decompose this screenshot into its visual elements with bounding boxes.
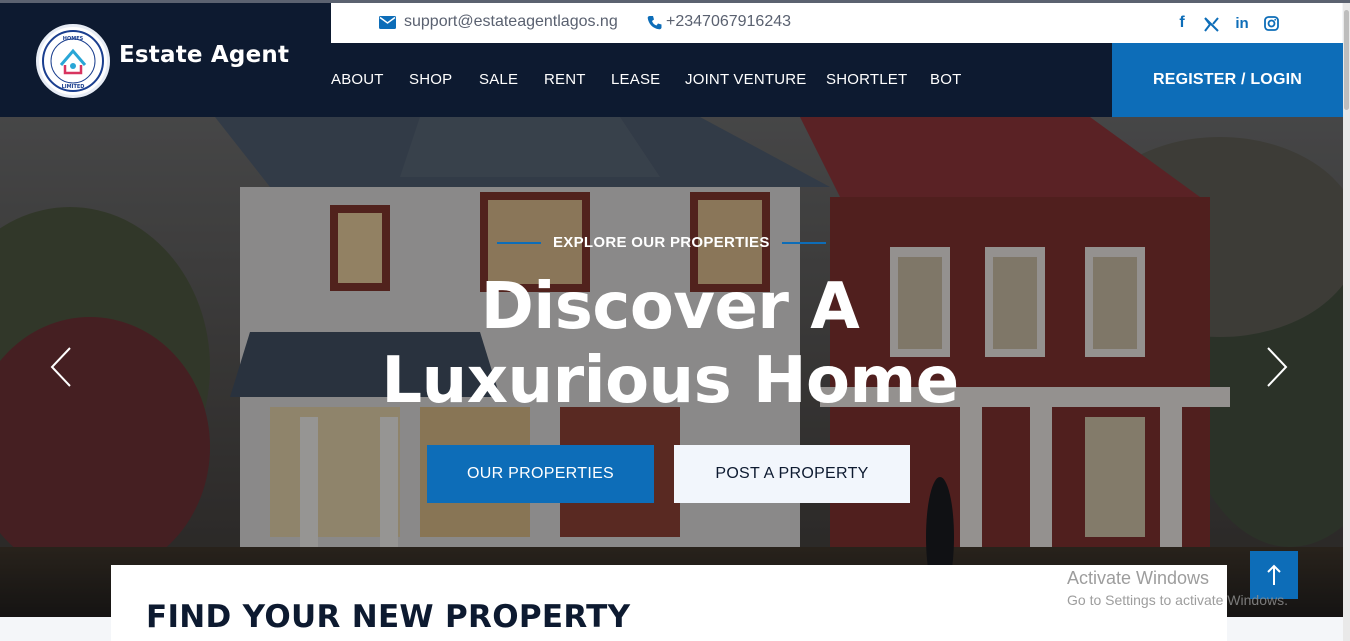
nav-rent[interactable]: RENT	[544, 71, 586, 88]
contact-email-text: support@estateagentlagos.ng	[404, 13, 618, 30]
svg-text:LIMITED: LIMITED	[62, 84, 85, 90]
linkedin-icon[interactable]: in	[1232, 13, 1252, 33]
facebook-icon[interactable]: f	[1172, 13, 1192, 33]
brand-block[interactable]: HOMES LIMITED Estate Agent	[0, 3, 331, 117]
x-twitter-icon[interactable]	[1201, 14, 1221, 34]
company-logo[interactable]: HOMES LIMITED	[36, 24, 110, 98]
contact-phone-text: +2347067916243	[666, 13, 792, 30]
instagram-icon[interactable]	[1261, 13, 1281, 33]
hero-slider: EXPLORE OUR PROPERTIES Discover A Luxuri…	[0, 117, 1343, 617]
page: HOMES LIMITED Estate Agent support@estat…	[0, 0, 1350, 641]
contact-phone[interactable]: +2347067916243	[647, 13, 791, 31]
register-login-button[interactable]: REGISTER / LOGIN	[1112, 43, 1343, 117]
activate-windows-watermark: Activate Windows Go to Settings to activ…	[1067, 568, 1288, 608]
eyebrow-line-right	[781, 241, 826, 244]
main-navigation: ABOUT SHOP SALE RENT LEASE JOINT VENTURE…	[331, 43, 1112, 117]
watermark-line-2: Go to Settings to activate Windows.	[1067, 592, 1288, 608]
our-properties-button[interactable]: OUR PROPERTIES	[427, 445, 654, 503]
house-circle-logo-icon: HOMES LIMITED	[42, 30, 104, 92]
nav-shortlet[interactable]: SHORTLET	[826, 71, 907, 88]
envelope-icon	[379, 15, 396, 29]
slider-next-arrow-icon[interactable]	[1262, 345, 1292, 389]
hero-headline-line-1: Discover A	[480, 270, 860, 344]
slider-prev-arrow-icon[interactable]	[46, 345, 76, 389]
brand-name[interactable]: Estate Agent	[119, 42, 289, 68]
nav-lease[interactable]: LEASE	[611, 71, 660, 88]
phone-icon	[647, 15, 662, 30]
nav-bot[interactable]: BOT	[930, 71, 961, 88]
nav-shop[interactable]: SHOP	[409, 71, 452, 88]
contact-email[interactable]: support@estateagentlagos.ng	[379, 13, 618, 31]
hero-headline-line-2: Luxurious Home	[381, 344, 959, 418]
eyebrow-line-left	[497, 241, 541, 244]
nav-joint-venture[interactable]: JOINT VENTURE	[685, 71, 807, 88]
nav-sale[interactable]: SALE	[479, 71, 518, 88]
hero-eyebrow-text: EXPLORE OUR PROPERTIES	[553, 234, 770, 251]
hero-headline: Discover A Luxurious Home	[330, 270, 1010, 418]
nav-about[interactable]: ABOUT	[331, 71, 384, 88]
hero-eyebrow: EXPLORE OUR PROPERTIES	[497, 234, 840, 251]
svg-text:HOMES: HOMES	[63, 36, 84, 42]
page-scrollbar-thumb[interactable]	[1344, 10, 1349, 110]
property-search-card: FIND YOUR NEW PROPERTY	[111, 565, 1227, 641]
post-property-button[interactable]: POST A PROPERTY	[674, 445, 910, 503]
watermark-line-1: Activate Windows	[1067, 568, 1210, 588]
contact-bar: support@estateagentlagos.ng +23470679162…	[331, 3, 1342, 43]
search-section-title: FIND YOUR NEW PROPERTY	[146, 599, 631, 635]
